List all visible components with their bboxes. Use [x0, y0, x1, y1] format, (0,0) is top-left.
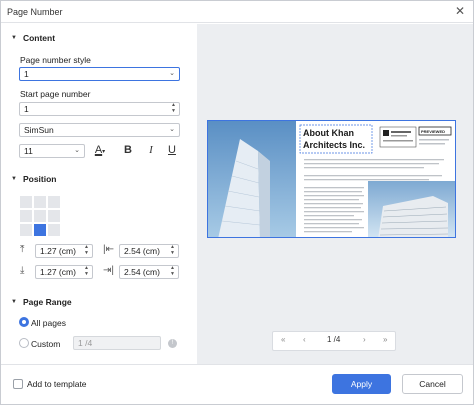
font-color-button[interactable]: A▾	[92, 143, 108, 159]
collapse-triangle-icon: ▼	[11, 299, 17, 305]
spin-arrows-icon[interactable]: ▲ ▼	[170, 265, 175, 277]
custom-radio[interactable]	[19, 338, 29, 348]
preview-panel: About Khan Architects Inc. PREVIEWED « ‹…	[197, 24, 473, 364]
content-section-label: Content	[22, 33, 56, 43]
spin-arrows-icon[interactable]: ▲ ▼	[84, 265, 89, 277]
font-family-select[interactable]: SimSun ⌄	[19, 123, 180, 137]
first-page-icon[interactable]: «	[281, 335, 285, 344]
position-grid-cell[interactable]	[34, 210, 46, 222]
content-section-header[interactable]: ▼ Content	[11, 33, 55, 43]
custom-range-input[interactable]: 1 /4	[73, 336, 161, 350]
custom-range-value: 1 /4	[78, 338, 93, 348]
position-grid-cell[interactable]	[20, 224, 32, 236]
collapse-triangle-icon: ▼	[11, 176, 17, 182]
page-number-style-label: Page number style	[20, 55, 91, 65]
doc-title-line2: Architects Inc.	[303, 140, 365, 150]
page-number-style-value: 1	[24, 69, 29, 79]
spin-arrows-icon[interactable]: ▲ ▼	[171, 102, 176, 114]
page-range-section-label: Page Range	[22, 297, 72, 307]
left-margin-input[interactable]: 2.54 (cm) ▲ ▼	[119, 244, 179, 258]
add-to-template-checkbox[interactable]	[13, 379, 23, 389]
start-page-number-value: 1	[24, 104, 29, 114]
all-pages-radio[interactable]	[19, 317, 29, 327]
preview-stamp: PREVIEWED	[421, 129, 445, 134]
custom-label: Custom	[31, 339, 61, 349]
apply-button[interactable]: Apply	[332, 374, 391, 394]
top-margin-icon: ⤒	[20, 244, 25, 255]
title-bar: Page Number ✕	[1, 1, 473, 23]
chevron-down-icon: ⌄	[74, 147, 80, 154]
position-section-label: Position	[22, 174, 57, 184]
page-number-style-select[interactable]: 1 ⌄	[19, 67, 180, 81]
doc-title-line1: About Khan	[303, 128, 354, 138]
left-margin-icon: |⇤	[103, 244, 114, 255]
position-grid-cell[interactable]	[20, 196, 32, 208]
dialog-title: Page Number	[7, 7, 63, 17]
start-page-number-input[interactable]: 1 ▲ ▼	[19, 102, 180, 116]
start-page-number-label: Start page number	[20, 89, 91, 99]
position-grid-cell[interactable]	[48, 224, 60, 236]
right-margin-icon: ⇥|	[103, 265, 114, 276]
top-margin-value: 1.27 (cm)	[40, 246, 76, 256]
document-preview-image: About Khan Architects Inc. PREVIEWED	[208, 121, 455, 237]
italic-button[interactable]: I	[144, 143, 158, 157]
close-icon[interactable]: ✕	[455, 5, 465, 17]
all-pages-label: All pages	[31, 318, 66, 328]
underline-button[interactable]: U	[165, 143, 179, 157]
top-margin-input[interactable]: 1.27 (cm) ▲ ▼	[35, 244, 93, 258]
last-page-icon[interactable]: »	[383, 335, 387, 344]
position-grid-cell[interactable]	[34, 196, 46, 208]
font-size-select[interactable]: 11 ⌄	[19, 144, 85, 158]
spin-arrows-icon[interactable]: ▲ ▼	[170, 244, 175, 256]
page-range-section-header[interactable]: ▼ Page Range	[11, 297, 72, 307]
preview-pager: « ‹ 1 /4 › »	[272, 331, 396, 351]
current-page-indicator: 1 /4	[327, 335, 341, 344]
dialog-footer: Add to template Apply Cancel	[1, 364, 473, 405]
right-margin-input[interactable]: 2.54 (cm) ▲ ▼	[119, 265, 179, 279]
bold-button[interactable]: B	[121, 143, 135, 157]
position-grid	[20, 196, 60, 236]
bottom-margin-value: 1.27 (cm)	[40, 267, 76, 277]
font-family-value: SimSun	[24, 125, 54, 135]
position-grid-cell[interactable]	[20, 210, 32, 222]
chevron-down-icon: ⌄	[169, 70, 175, 77]
bottom-margin-icon: ⤓	[20, 265, 25, 276]
position-grid-cell[interactable]	[48, 196, 60, 208]
document-preview: About Khan Architects Inc. PREVIEWED	[207, 120, 456, 238]
next-page-icon[interactable]: ›	[363, 335, 366, 344]
collapse-triangle-icon: ▼	[11, 35, 17, 41]
info-icon[interactable]: !	[168, 339, 177, 348]
add-to-template-label: Add to template	[27, 379, 87, 389]
settings-panel: ▼ Content Page number style 1 ⌄ Start pa…	[1, 24, 196, 364]
prev-page-icon[interactable]: ‹	[303, 335, 306, 344]
position-grid-cell[interactable]	[34, 224, 46, 236]
page-number-dialog: Page Number ✕ ▼ Content Page number styl…	[0, 0, 474, 405]
cancel-button[interactable]: Cancel	[402, 374, 463, 394]
font-size-value: 11	[24, 146, 33, 156]
position-grid-cell[interactable]	[48, 210, 60, 222]
bottom-margin-input[interactable]: 1.27 (cm) ▲ ▼	[35, 265, 93, 279]
spin-arrows-icon[interactable]: ▲ ▼	[84, 244, 89, 256]
chevron-down-icon: ⌄	[169, 126, 175, 133]
left-margin-value: 2.54 (cm)	[124, 246, 160, 256]
position-section-header[interactable]: ▼ Position	[11, 174, 56, 184]
right-margin-value: 2.54 (cm)	[124, 267, 160, 277]
